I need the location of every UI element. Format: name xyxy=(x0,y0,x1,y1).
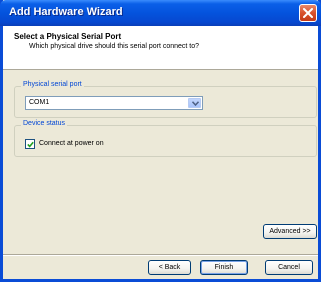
connect-at-power-on-label: Connect at power on xyxy=(39,140,104,147)
dropdown-button[interactable] xyxy=(188,98,201,108)
device-status-group: Device status Connect at power on xyxy=(14,120,317,157)
serial-port-value: COM1 xyxy=(29,99,50,106)
advanced-button[interactable]: Advanced >> xyxy=(263,224,317,239)
serial-port-select[interactable]: COM1 xyxy=(25,96,203,110)
device-status-legend: Device status xyxy=(21,120,68,127)
serial-port-legend: Physical serial port xyxy=(21,81,84,88)
button-separator xyxy=(3,254,318,256)
header-subtitle: Which physical drive should this serial … xyxy=(29,43,200,50)
window-title: Add Hardware Wizard xyxy=(9,6,123,18)
close-icon xyxy=(303,8,313,18)
finish-button[interactable]: Finish xyxy=(200,260,248,275)
title-bar[interactable]: Add Hardware Wizard xyxy=(0,0,321,26)
chevron-down-icon xyxy=(192,101,199,106)
header-title: Select a Physical Serial Port xyxy=(14,32,122,41)
wizard-window: Add Hardware Wizard Select a Physical Se… xyxy=(0,0,321,282)
back-button[interactable]: < Back xyxy=(148,260,191,275)
serial-port-group: Physical serial port COM1 xyxy=(14,81,317,118)
wizard-header: Select a Physical Serial Port Which phys… xyxy=(3,26,318,70)
checkmark-icon xyxy=(27,141,34,148)
close-button[interactable] xyxy=(299,4,317,22)
cancel-button[interactable]: Cancel xyxy=(265,260,313,275)
connect-at-power-on-checkbox[interactable] xyxy=(25,139,35,149)
